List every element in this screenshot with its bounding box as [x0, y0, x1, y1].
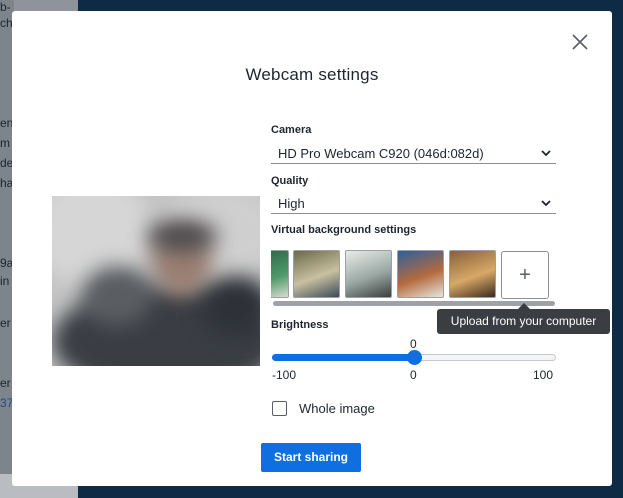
dialog-title: Webcam settings — [245, 65, 379, 84]
brightness-slider-fill[interactable] — [272, 354, 414, 361]
quality-select-value: High — [278, 196, 305, 211]
start-sharing-button[interactable]: Start sharing — [261, 443, 361, 472]
background-text-fragment: b- — [0, 0, 11, 14]
background-thumbnail[interactable] — [345, 250, 392, 298]
quality-label: Quality — [271, 175, 309, 187]
plus-icon: + — [519, 264, 531, 286]
chevron-down-icon — [541, 150, 551, 157]
background-text-fragment: ch — [0, 16, 13, 30]
brightness-min-label: -100 — [272, 368, 297, 382]
add-background-button[interactable]: + — [501, 251, 549, 299]
brightness-max-label: 100 — [533, 368, 554, 382]
upload-tooltip: Upload from your computer — [437, 303, 610, 334]
background-thumbnail[interactable] — [449, 250, 496, 298]
background-text-fragment: in — [0, 274, 10, 288]
virtual-background-label: Virtual background settings — [271, 224, 417, 236]
tooltip-arrow — [518, 303, 530, 309]
webcam-settings-dialog: Webcam settings Camera HD Pro Webcam C92… — [12, 11, 612, 486]
background-thumbnail[interactable] — [271, 250, 289, 298]
background-thumbnail[interactable] — [397, 250, 444, 298]
background-text-fragment: er — [0, 376, 11, 390]
camera-preview — [52, 196, 260, 366]
background-text-fragment: m — [0, 136, 10, 150]
whole-image-label[interactable]: Whole image — [299, 401, 375, 416]
camera-label: Camera — [271, 124, 312, 136]
thumbnail-scrollbar[interactable] — [273, 301, 555, 306]
brightness-slider-thumb[interactable] — [406, 350, 422, 365]
background-thumbnail[interactable] — [293, 250, 340, 298]
brightness-label: Brightness — [271, 319, 329, 331]
camera-select[interactable]: HD Pro Webcam C920 (046d:082d) — [271, 142, 556, 164]
whole-image-checkbox[interactable] — [272, 401, 287, 416]
quality-select[interactable]: High — [271, 192, 556, 214]
tooltip-text: Upload from your computer — [450, 314, 597, 328]
background-text-fragment: er — [0, 316, 11, 330]
close-button[interactable] — [569, 31, 591, 53]
brightness-value-label: 0 — [410, 337, 417, 351]
camera-select-value: HD Pro Webcam C920 (046d:082d) — [278, 146, 484, 161]
brightness-mid-label: 0 — [410, 368, 417, 382]
chevron-down-icon — [541, 200, 551, 207]
close-icon — [572, 34, 588, 50]
